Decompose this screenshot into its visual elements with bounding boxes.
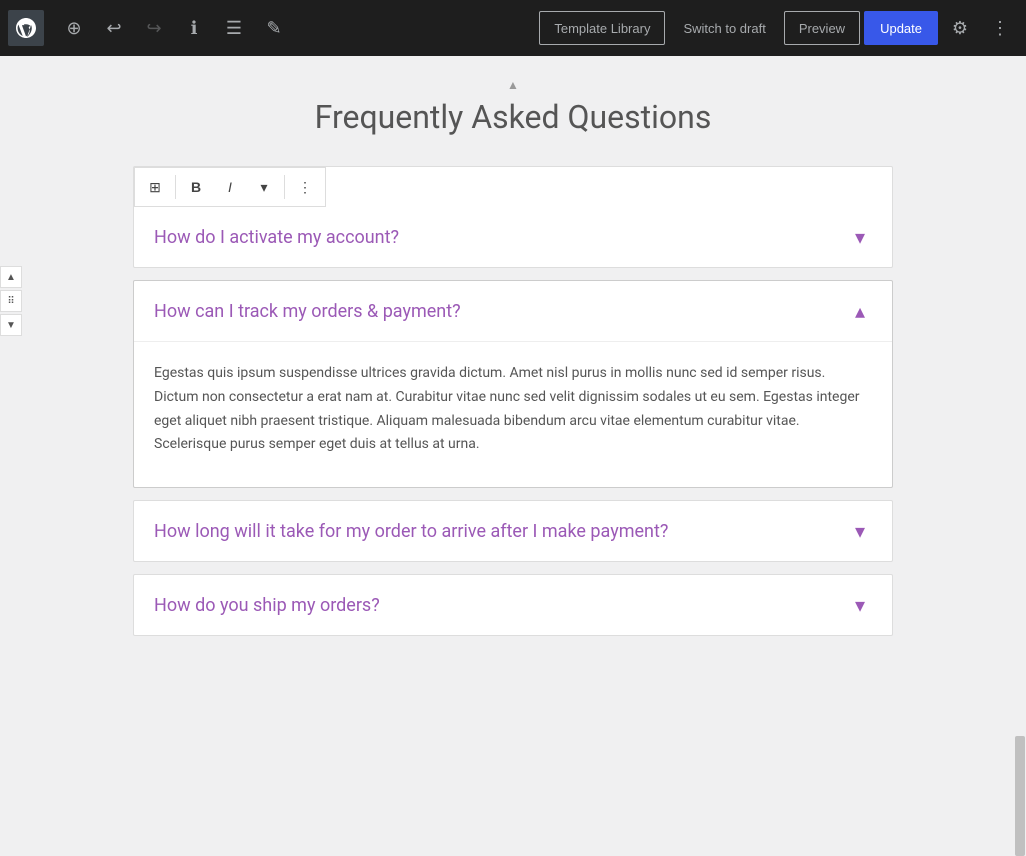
faq-content-text-2: Egestas quis ipsum suspendisse ultrices … [154,362,872,457]
undo-icon: ↩ [106,18,121,39]
list-view-button[interactable]: ☰ [216,10,252,46]
info-button[interactable]: ℹ [176,10,212,46]
faq-toggle-3: ▾ [848,519,872,543]
faq-header-4[interactable]: How do you ship my orders? ▾ [134,575,892,635]
faq-content-body-2[interactable]: Egestas quis ipsum suspendisse ultrices … [134,342,892,487]
faq-item-2: How can I track my orders & payment? ▴ E… [133,280,893,488]
edit-icon: ✎ [266,18,281,39]
text-dropdown-button[interactable]: ▾ [248,171,280,203]
wp-logo[interactable] [8,10,44,46]
chevron-down-icon: ▾ [260,179,267,196]
scroll-up-button[interactable]: ▲ [0,266,22,288]
faq-question-3: How long will it take for my order to ar… [154,521,668,542]
update-button[interactable]: Update [864,11,938,45]
toolbar-divider [175,175,176,199]
block-controls: ▲ ⠿ ▼ [0,266,22,336]
switch-draft-button[interactable]: Switch to draft [669,11,779,45]
faq-header-3[interactable]: How long will it take for my order to ar… [134,501,892,561]
more-options-button[interactable]: ⋮ [982,10,1018,46]
faq-toggle-2: ▴ [848,299,872,323]
bold-button[interactable]: B [180,171,212,203]
page-title: Frequently Asked Questions [40,98,986,136]
scrollbar[interactable] [1014,56,1026,790]
add-icon: ⊕ [66,18,81,39]
faq-container: ⊞ B I ▾ ⋮ [133,166,893,636]
faq-content-wrapper-2: Egestas quis ipsum suspendisse ultrices … [134,341,892,487]
faq-item-1: ⊞ B I ▾ ⋮ [133,166,893,268]
italic-icon: I [228,179,232,195]
table-icon: ⊞ [149,179,161,196]
main-area: ▲ ⠿ ▼ ▲ Frequently Asked Questions ⊞ [0,56,1026,790]
redo-icon: ↪ [146,18,161,39]
scrollbar-thumb[interactable] [1015,736,1025,856]
faq-item-4: How do you ship my orders? ▾ [133,574,893,636]
editor-area: ▲ Frequently Asked Questions ⊞ B [0,56,1026,790]
more-options-icon: ⋮ [298,179,312,196]
faq-item-3: How long will it take for my order to ar… [133,500,893,562]
tools-button[interactable]: ✎ [256,10,292,46]
template-library-button[interactable]: Template Library [539,11,665,45]
redo-button[interactable]: ↪ [136,10,172,46]
drag-handle[interactable]: ⠿ [0,290,22,312]
scroll-down-button[interactable]: ▼ [0,314,22,336]
faq-header-1[interactable]: How do I activate my account? ▾ [134,207,892,267]
faq-toggle-4: ▾ [848,593,872,617]
gear-icon: ⚙ [952,18,968,39]
faq-question-1: How do I activate my account? [154,227,399,248]
inline-toolbar: ⊞ B I ▾ ⋮ [134,167,326,207]
list-icon: ☰ [226,18,242,39]
more-vertical-icon: ⋮ [991,18,1009,39]
info-icon: ℹ [191,18,198,39]
settings-button[interactable]: ⚙ [942,10,978,46]
italic-button[interactable]: I [214,171,246,203]
faq-question-4: How do you ship my orders? [154,595,380,616]
faq-header-2[interactable]: How can I track my orders & payment? ▴ [134,281,892,341]
add-block-button[interactable]: ⊕ [56,10,92,46]
preview-button[interactable]: Preview [784,11,860,45]
toolbar-divider-2 [284,175,285,199]
undo-button[interactable]: ↩ [96,10,132,46]
top-scroll-indicator: ▲ [40,76,986,94]
faq-toggle-1: ▾ [848,225,872,249]
bold-icon: B [191,179,201,195]
more-toolbar-button[interactable]: ⋮ [289,171,321,203]
faq-question-2: How can I track my orders & payment? [154,301,461,322]
main-toolbar: ⊕ ↩ ↪ ℹ ☰ ✎ Template Library Switch to d… [0,0,1026,56]
table-button[interactable]: ⊞ [139,171,171,203]
